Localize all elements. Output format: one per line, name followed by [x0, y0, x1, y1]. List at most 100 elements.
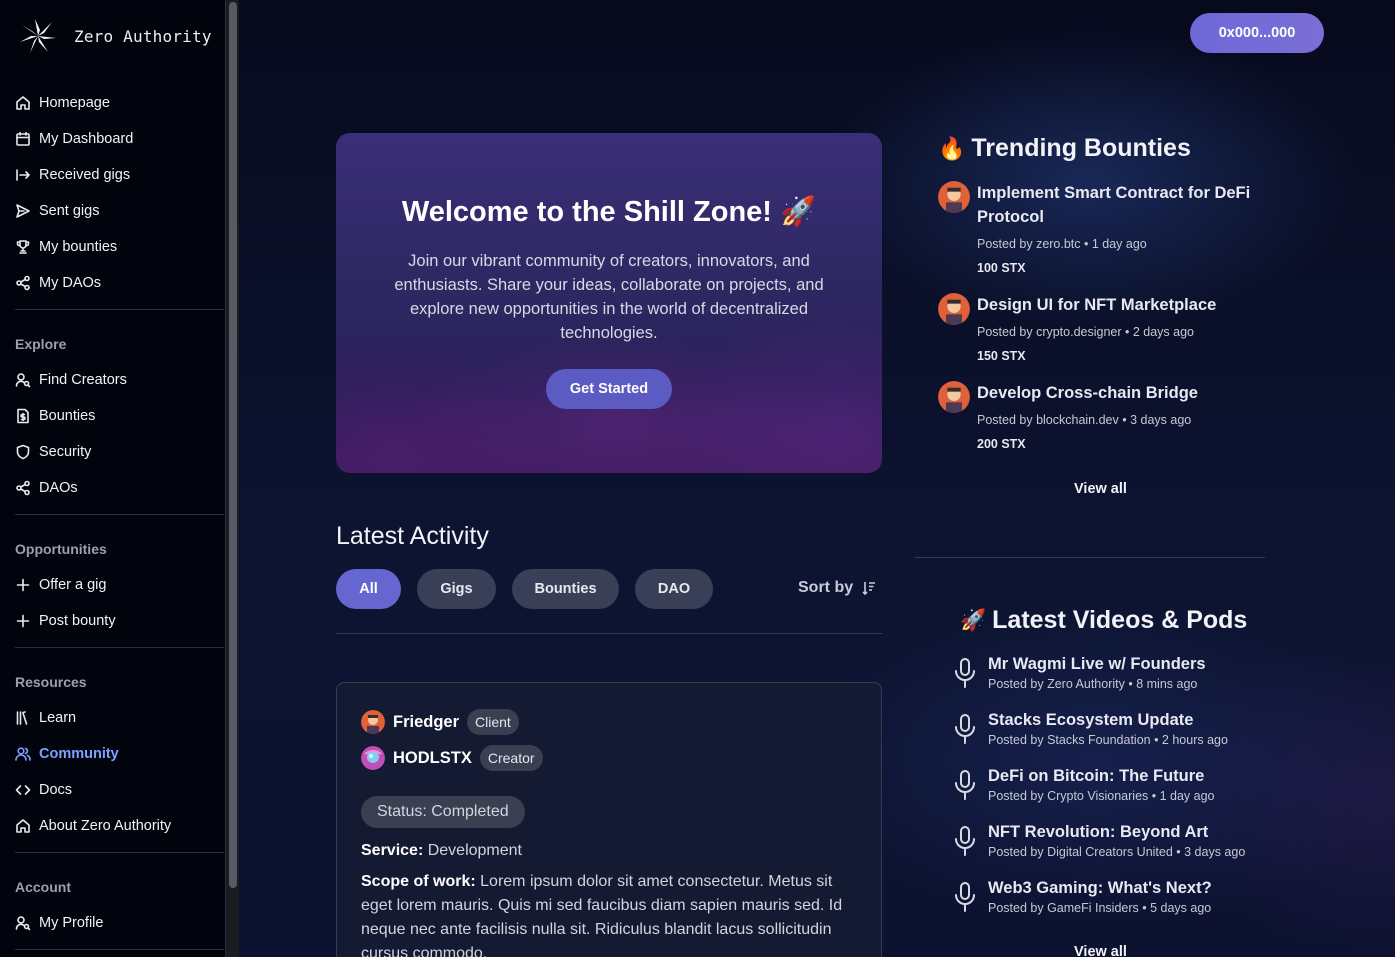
- shield-icon: [16, 444, 30, 460]
- creator-name[interactable]: HODLSTX: [393, 749, 472, 768]
- nav-homepage[interactable]: Homepage: [15, 91, 110, 115]
- nav-received-gigs[interactable]: Received gigs: [15, 163, 130, 187]
- status-badge: Status: Completed: [361, 796, 525, 828]
- creator-tag: Creator: [479, 745, 543, 771]
- share-nodes-icon: [16, 275, 30, 291]
- service-value: Development: [427, 842, 522, 859]
- trophy-icon: [16, 240, 30, 254]
- nav-label: My Profile: [39, 915, 104, 931]
- bounty-title[interactable]: Design UI for NFT Marketplace: [977, 293, 1267, 317]
- plus-icon: [16, 614, 30, 628]
- latest-activity-title: Latest Activity: [336, 522, 489, 550]
- nav-sent-gigs[interactable]: Sent gigs: [15, 199, 99, 223]
- video-meta: Posted by GameFi Insiders • 5 days ago: [988, 901, 1212, 915]
- nav-label: Homepage: [39, 95, 110, 111]
- trending-title-text: Trending Bounties: [971, 134, 1191, 162]
- nav-label: Find Creators: [39, 372, 127, 388]
- nav-label: Received gigs: [39, 167, 131, 183]
- sort-by-button[interactable]: Sort by: [798, 579, 877, 597]
- app-logo[interactable]: Zero Authority: [18, 16, 212, 56]
- rocket-icon: 🚀: [960, 608, 987, 632]
- code-icon: [15, 785, 31, 795]
- video-title[interactable]: Stacks Ecosystem Update: [988, 711, 1193, 730]
- users-icon: [15, 747, 31, 761]
- user-search-icon: [15, 373, 31, 388]
- zero-authority-logo-icon: [20, 19, 56, 53]
- sidebar-divider: [15, 309, 224, 310]
- nav-label: Sent gigs: [39, 203, 100, 219]
- video-meta: Posted by Stacks Foundation • 2 hours ag…: [988, 733, 1228, 747]
- plus-icon: [16, 578, 30, 592]
- avatar: [938, 381, 970, 413]
- bounty-meta: Posted by zero.btc • 1 day ago: [977, 237, 1147, 251]
- nav-my-dashboard[interactable]: My Dashboard: [15, 127, 133, 151]
- bounties-view-all-link[interactable]: View all: [1074, 481, 1127, 497]
- activity-card[interactable]: Friedger Client HODLSTX Creator Status: …: [336, 682, 882, 957]
- scope-line: Scope of work: Lorem ipsum dolor sit ame…: [361, 870, 861, 957]
- nav-label: Security: [39, 444, 92, 460]
- video-title[interactable]: NFT Revolution: Beyond Art: [988, 823, 1208, 842]
- nav-label: My bounties: [39, 239, 118, 255]
- share-nodes-icon: [16, 480, 30, 496]
- nav-about-zero-authority[interactable]: About Zero Authority: [15, 814, 171, 838]
- sidebar-scrollbar[interactable]: [225, 0, 239, 957]
- video-meta: Posted by Digital Creators United • 3 da…: [988, 845, 1246, 859]
- bounty-item[interactable]: Design UI for NFT Marketplace Posted by …: [938, 293, 1268, 373]
- avatar: [938, 181, 970, 213]
- avatar: [361, 710, 385, 734]
- video-title[interactable]: Web3 Gaming: What's Next?: [988, 879, 1212, 898]
- sidebar-divider: [15, 949, 224, 950]
- nav-my-daos[interactable]: My DAOs: [15, 271, 101, 295]
- filter-all[interactable]: All: [336, 569, 401, 609]
- nav-docs[interactable]: Docs: [15, 778, 72, 802]
- bounty-title[interactable]: Implement Smart Contract for DeFi Protoc…: [977, 181, 1267, 229]
- nav-offer-a-gig[interactable]: Offer a gig: [15, 573, 106, 597]
- send-icon: [16, 204, 30, 218]
- nav-label: My Dashboard: [39, 131, 134, 147]
- nav-post-bounty[interactable]: Post bounty: [15, 609, 116, 633]
- nav-my-profile[interactable]: My Profile: [15, 911, 103, 935]
- get-started-button[interactable]: Get Started: [546, 369, 672, 409]
- video-title[interactable]: Mr Wagmi Live w/ Founders: [988, 655, 1206, 674]
- wallet-button[interactable]: 0x000...000: [1190, 13, 1324, 53]
- filter-dao[interactable]: DAO: [635, 569, 713, 609]
- creator-row: HODLSTX Creator: [361, 745, 543, 771]
- right-column-divider: [915, 557, 1265, 558]
- nav-community[interactable]: Community: [15, 742, 119, 766]
- sidebar-divider: [15, 647, 224, 648]
- nav-learn[interactable]: Learn: [15, 706, 76, 730]
- client-row: Friedger Client: [361, 709, 519, 735]
- user-search-icon: [15, 916, 31, 931]
- nav-daos[interactable]: DAOs: [15, 476, 78, 500]
- nav-label: Docs: [39, 782, 73, 798]
- bounty-title[interactable]: Develop Cross-chain Bridge: [977, 381, 1267, 405]
- nav-find-creators[interactable]: Find Creators: [15, 368, 127, 392]
- nav-label: Bounties: [39, 408, 96, 424]
- nav-security[interactable]: Security: [15, 440, 91, 464]
- app-name: Zero Authority: [74, 26, 212, 46]
- library-icon: [16, 711, 28, 725]
- client-name[interactable]: Friedger: [393, 713, 459, 732]
- video-meta: Posted by Zero Authority • 8 mins ago: [988, 677, 1198, 691]
- avatar: [361, 746, 385, 770]
- nav-bounties[interactable]: Bounties: [15, 404, 95, 428]
- filter-gigs[interactable]: Gigs: [417, 569, 496, 609]
- scrollbar-thumb[interactable]: [229, 2, 237, 888]
- arrow-in-icon: [16, 169, 30, 181]
- microphone-icon: [955, 770, 975, 800]
- bounty-meta: Posted by crypto.designer • 2 days ago: [977, 325, 1195, 339]
- videos-title-text: Latest Videos & Pods: [992, 606, 1248, 634]
- sidebar: Zero Authority Homepage My Dashboard Rec…: [0, 0, 225, 957]
- microphone-icon: [955, 658, 975, 688]
- video-title[interactable]: DeFi on Bitcoin: The Future: [988, 767, 1204, 786]
- bounty-item[interactable]: Implement Smart Contract for DeFi Protoc…: [938, 181, 1268, 281]
- avatar: [938, 293, 970, 325]
- section-title-account: Account: [15, 879, 71, 895]
- videos-view-all-link[interactable]: View all: [1074, 944, 1127, 957]
- nav-my-bounties[interactable]: My bounties: [15, 235, 117, 259]
- bounty-item[interactable]: Develop Cross-chain Bridge Posted by blo…: [938, 381, 1268, 461]
- dollar-file-icon: [17, 408, 29, 424]
- filter-bounties[interactable]: Bounties: [512, 569, 619, 609]
- sidebar-divider: [15, 852, 224, 853]
- nav-label: Offer a gig: [39, 577, 107, 593]
